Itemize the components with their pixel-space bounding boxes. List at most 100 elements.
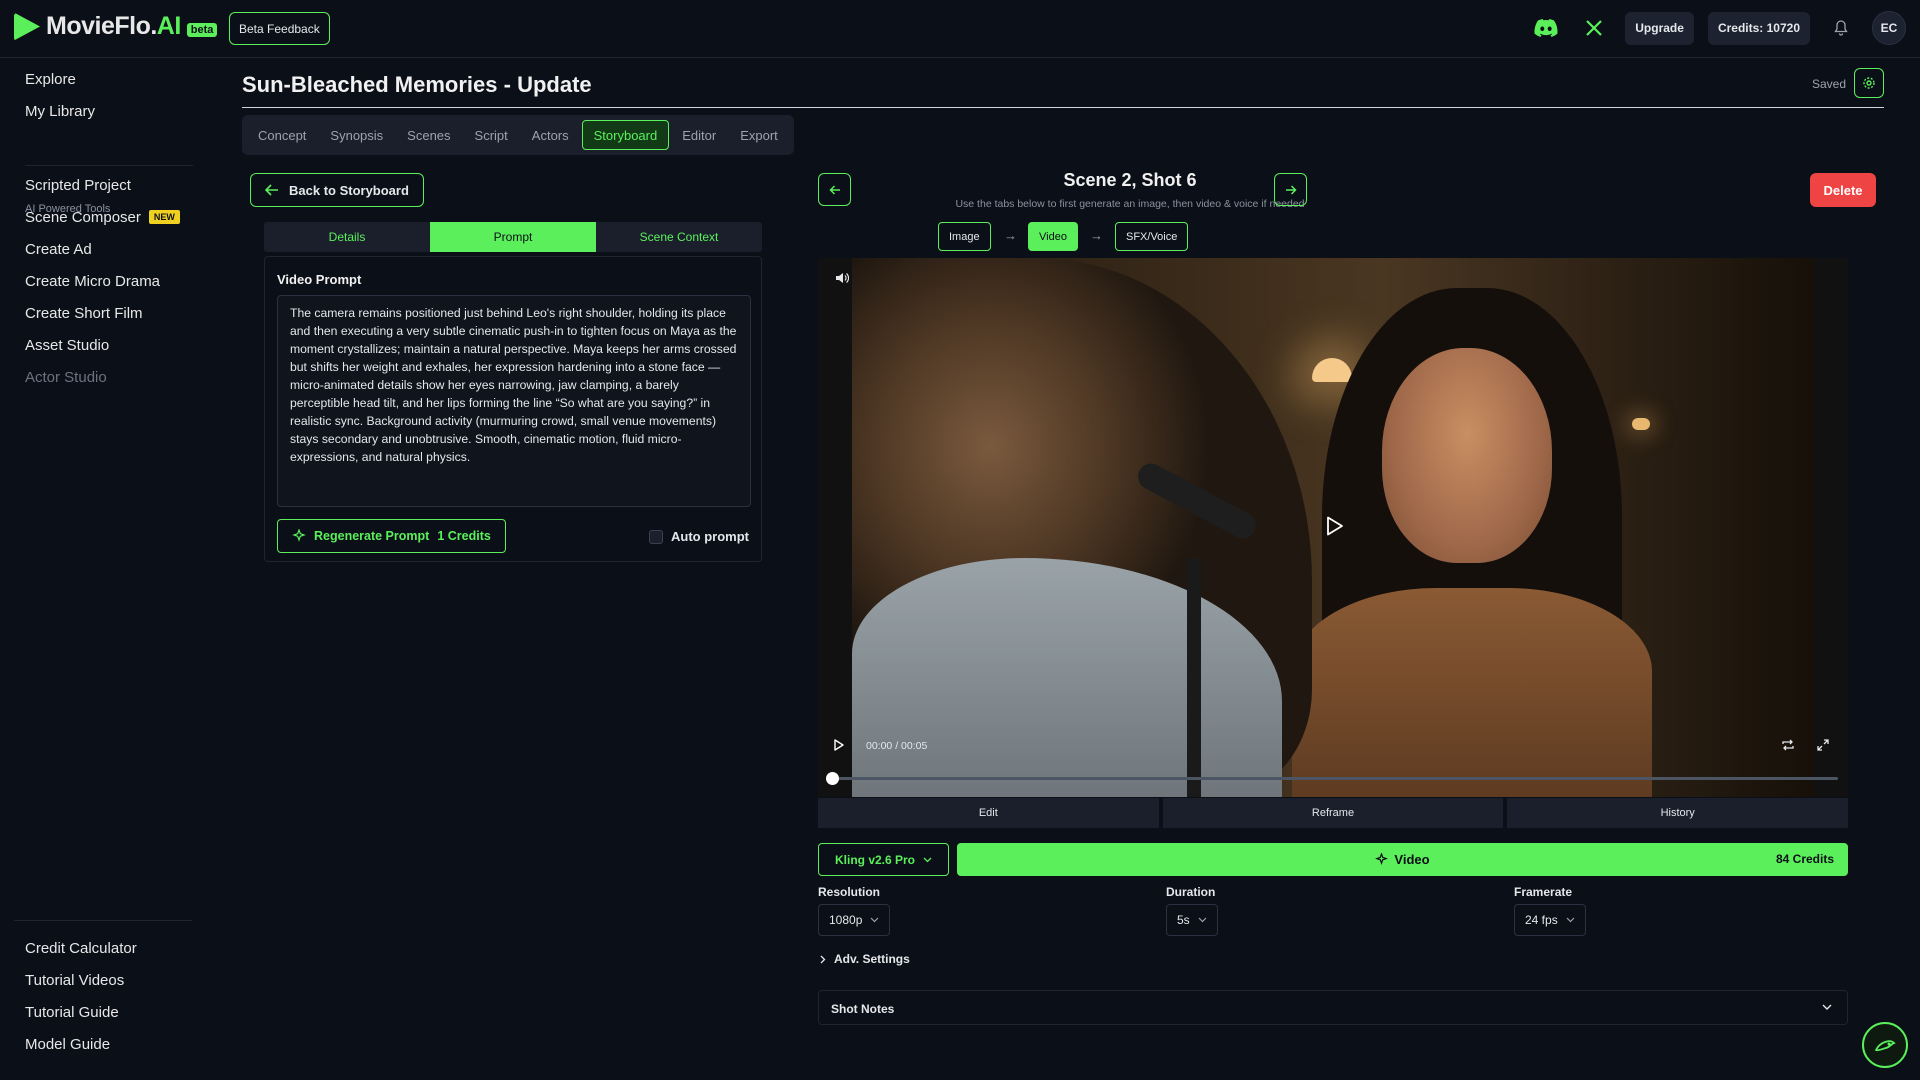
- arrow-right-icon: [1285, 184, 1297, 195]
- arrow-left-icon: [828, 184, 840, 195]
- play-icon[interactable]: [1326, 516, 1344, 541]
- video-time: 00:00 / 00:05: [866, 740, 928, 752]
- shot-notes-label: Shot Notes: [831, 1002, 895, 1016]
- volume-icon[interactable]: [835, 272, 850, 287]
- regenerate-prompt-button[interactable]: Regenerate Prompt 1 Credits: [277, 519, 506, 553]
- video-prompt-label: Video Prompt: [277, 272, 362, 287]
- generate-cost: 84 Credits: [1775, 852, 1834, 866]
- video-tab-history[interactable]: History: [1507, 798, 1849, 828]
- logo-icon: [14, 12, 40, 41]
- bell-icon[interactable]: [1824, 11, 1858, 45]
- x-icon[interactable]: [1577, 11, 1611, 45]
- tab-synopsis[interactable]: Synopsis: [319, 120, 394, 150]
- sidebar-item-actor-studio: Actor Studio: [25, 369, 107, 386]
- lamp-light: [1632, 418, 1650, 430]
- video-scrubber[interactable]: [826, 772, 1838, 785]
- framerate-value: 24 fps: [1525, 913, 1558, 927]
- tab-export[interactable]: Export: [729, 120, 789, 150]
- delete-shot-button[interactable]: Delete: [1810, 173, 1876, 207]
- loop-icon[interactable]: [1781, 739, 1795, 754]
- chevron-down-icon: [1822, 1004, 1832, 1010]
- page-title: Sun-Bleached Memories - Update: [242, 72, 592, 97]
- step-image[interactable]: Image: [938, 222, 991, 251]
- arrow-right-icon: →: [1090, 228, 1103, 243]
- tab-storyboard[interactable]: Storyboard: [581, 120, 670, 150]
- subtab-scene-context[interactable]: Scene Context: [596, 222, 762, 252]
- tab-script[interactable]: Script: [464, 120, 519, 150]
- sidebar-divider: [14, 920, 192, 921]
- sidebar-item-create-micro-drama[interactable]: Create Micro Drama: [25, 273, 160, 290]
- brand-name: MovieFlo.AI: [46, 12, 181, 40]
- generate-video-button[interactable]: Video 84 Credits: [957, 843, 1848, 876]
- generate-video-label: Video: [1394, 852, 1430, 867]
- credits-display[interactable]: Credits: 10720: [1707, 11, 1810, 45]
- brand-logo[interactable]: MovieFlo.AI beta: [14, 12, 218, 41]
- auto-prompt-checkbox[interactable]: [649, 529, 664, 544]
- sidebar-item-model-guide[interactable]: Model Guide: [25, 1036, 110, 1053]
- sidebar-item-create-short-film[interactable]: Create Short Film: [25, 305, 143, 322]
- resolution-select[interactable]: 1080p: [818, 904, 891, 936]
- arrow-left-icon: [265, 184, 278, 196]
- sidebar-item-tutorial-guide[interactable]: Tutorial Guide: [25, 1004, 119, 1021]
- duration-select[interactable]: 5s: [1166, 904, 1218, 936]
- adv-settings-toggle[interactable]: Adv. Settings: [820, 952, 910, 966]
- sidebar-item-scripted-project[interactable]: Scripted Project: [25, 177, 131, 194]
- actor-face: [1382, 348, 1552, 563]
- back-to-storyboard-button[interactable]: Back to Storyboard: [250, 173, 424, 207]
- model-select[interactable]: Kling v2.6 Pro: [818, 843, 949, 876]
- sparkle-icon: [1375, 853, 1389, 866]
- sidebar-item-tutorial-videos[interactable]: Tutorial Videos: [25, 972, 124, 989]
- detail-subtabs: Details Prompt Scene Context: [264, 222, 762, 252]
- sidebar-item-my-library[interactable]: My Library: [25, 103, 95, 120]
- subtab-details[interactable]: Details: [264, 222, 430, 252]
- upgrade-button[interactable]: Upgrade: [1625, 11, 1694, 45]
- fullscreen-icon[interactable]: [1817, 739, 1829, 754]
- video-prompt-textarea[interactable]: The camera remains positioned just behin…: [277, 295, 751, 507]
- video-tabs: Edit Reframe History: [818, 798, 1849, 828]
- tab-actors[interactable]: Actors: [521, 120, 580, 150]
- sidebar-item-scene-composer[interactable]: Scene Composer NEW: [25, 209, 180, 226]
- chevron-down-icon: [1198, 917, 1207, 923]
- scrubber-handle[interactable]: [826, 772, 839, 785]
- gear-icon: [1863, 77, 1875, 89]
- step-sfx-voice[interactable]: SFX/Voice: [1115, 222, 1189, 251]
- next-shot-button[interactable]: [1274, 173, 1307, 206]
- shot-title: Scene 2, Shot 6: [1063, 170, 1197, 190]
- regenerate-label: Regenerate Prompt: [314, 529, 430, 543]
- shot-notes-panel[interactable]: Shot Notes: [818, 990, 1848, 1025]
- prompt-card: Video Prompt The camera remains position…: [264, 256, 762, 562]
- regenerate-cost: 1 Credits: [437, 529, 491, 543]
- beta-feedback-button[interactable]: Beta Feedback: [229, 12, 330, 45]
- sidebar-item-asset-studio[interactable]: Asset Studio: [25, 337, 109, 354]
- shot-instructions: Use the tabs below to first generate an …: [955, 198, 1305, 210]
- tab-concept[interactable]: Concept: [247, 120, 317, 150]
- video-player[interactable]: 00:00 / 00:05: [818, 258, 1848, 797]
- actor-body: [1292, 588, 1652, 797]
- resolution-value: 1080p: [829, 913, 863, 927]
- settings-button[interactable]: [1854, 68, 1884, 98]
- play-icon[interactable]: [834, 739, 844, 754]
- project-tabs: Concept Synopsis Scenes Script Actors St…: [242, 115, 794, 155]
- tab-editor[interactable]: Editor: [671, 120, 727, 150]
- model-select-value: Kling v2.6 Pro: [834, 852, 916, 867]
- chevron-down-icon: [870, 917, 879, 923]
- lamp-light: [1312, 358, 1352, 382]
- subtab-prompt[interactable]: Prompt: [430, 222, 596, 252]
- auto-prompt-toggle[interactable]: Auto prompt: [649, 529, 749, 544]
- adv-settings-label: Adv. Settings: [834, 952, 910, 966]
- mic-stand: [1187, 558, 1201, 797]
- help-assistant-button[interactable]: [1862, 1022, 1908, 1068]
- user-avatar[interactable]: EC: [1872, 11, 1906, 45]
- framerate-select[interactable]: 24 fps: [1514, 904, 1586, 936]
- step-video[interactable]: Video: [1028, 222, 1078, 251]
- sidebar-item-explore[interactable]: Explore: [25, 71, 76, 88]
- title-divider: [242, 107, 1884, 108]
- sidebar-item-credit-calculator[interactable]: Credit Calculator: [25, 940, 137, 957]
- discord-icon[interactable]: [1529, 11, 1563, 45]
- video-tab-reframe[interactable]: Reframe: [1162, 798, 1504, 828]
- tab-scenes[interactable]: Scenes: [396, 120, 461, 150]
- framerate-label: Framerate: [1514, 885, 1573, 899]
- sidebar-item-create-ad[interactable]: Create Ad: [25, 241, 92, 258]
- chevron-down-icon: [923, 857, 932, 862]
- video-tab-edit[interactable]: Edit: [818, 798, 1159, 828]
